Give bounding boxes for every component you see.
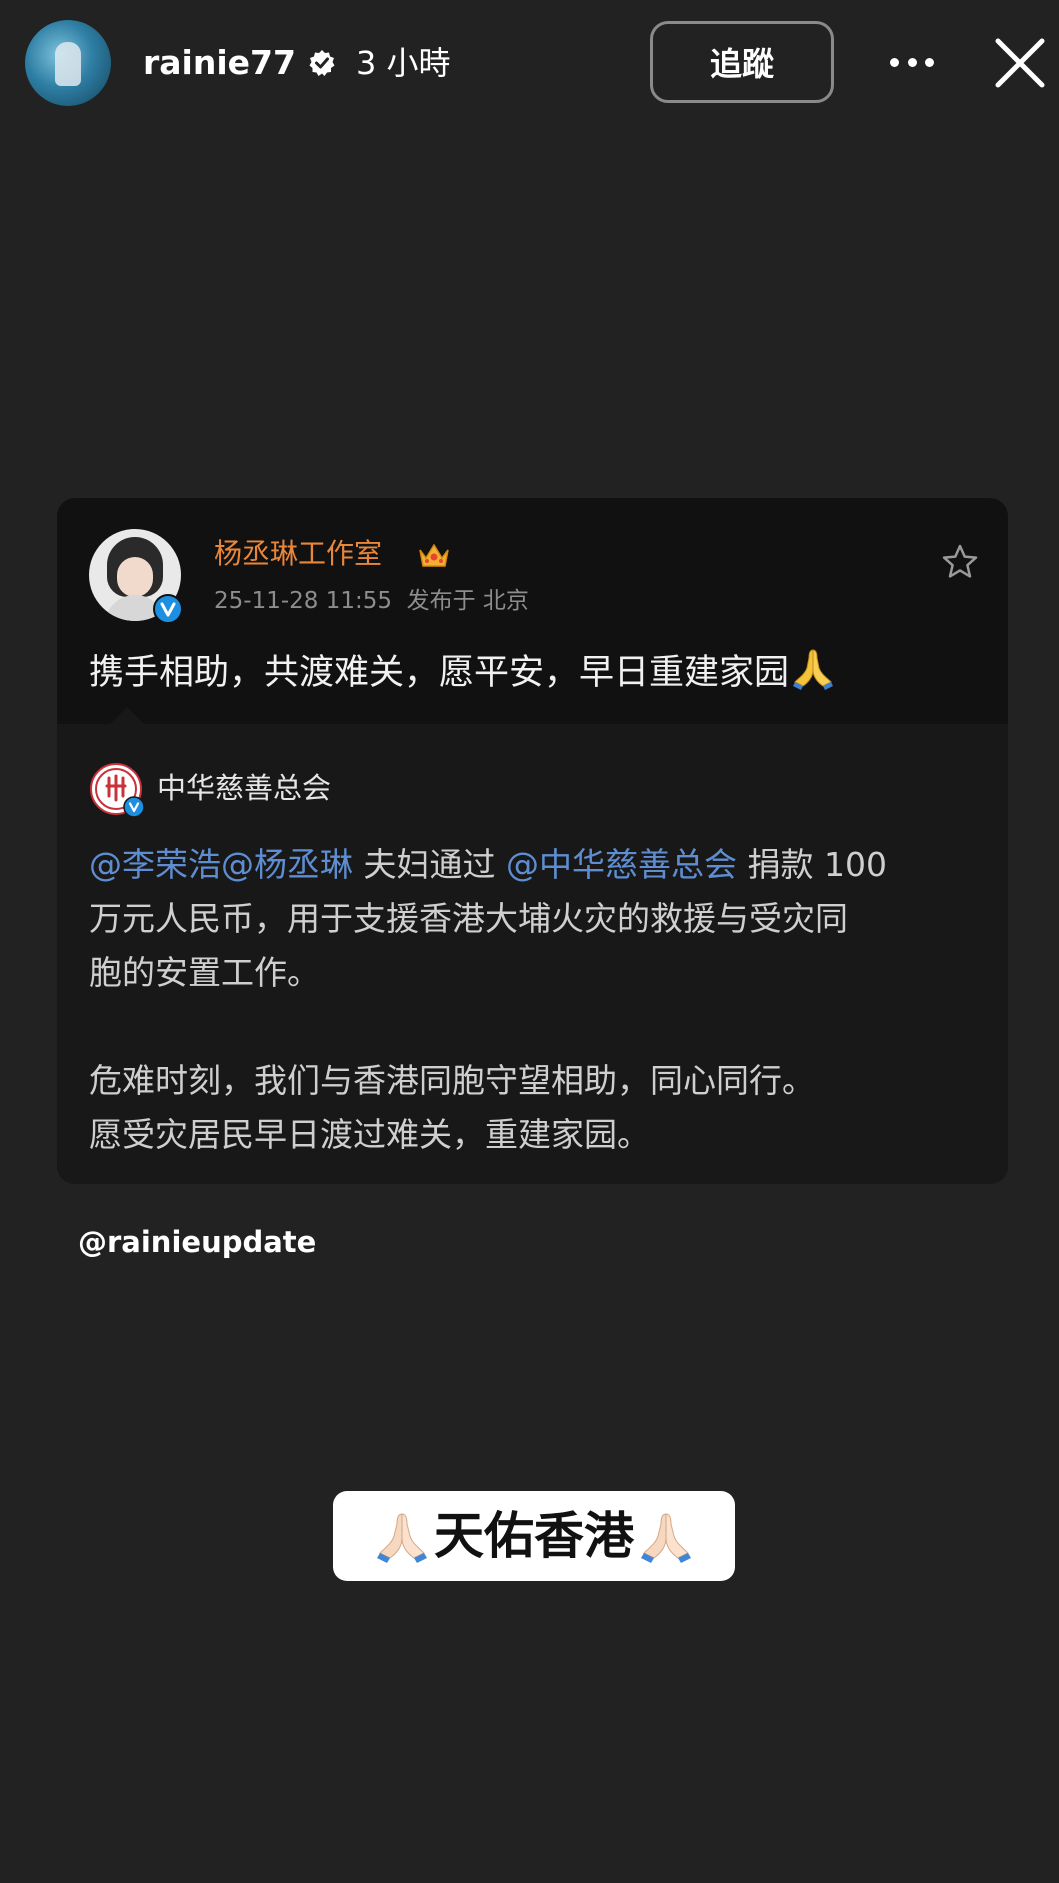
more-options-icon[interactable] [890, 50, 934, 74]
praying-hands-icon [377, 1513, 427, 1563]
verified-icon [153, 594, 183, 624]
follow-button[interactable]: 追蹤 [650, 21, 834, 103]
star-icon [942, 544, 978, 578]
post-location: 发布于 北京 [406, 588, 529, 614]
repost-text: @李荣浩@杨丞琳 夫妇通过 @中华慈善总会 捐款 100 万元人民币，用于支援香… [89, 845, 887, 1154]
sticker-text: 天佑香港 [434, 1507, 634, 1565]
username[interactable]: rainie77 [143, 38, 296, 88]
story-viewer: rainie77 3 小時 追蹤 杨丞琳工作室 25-11-28 11:55 发… [0, 0, 1059, 1883]
praying-hands-icon [641, 1513, 691, 1563]
praying-hands-icon [793, 649, 834, 690]
verified-icon [309, 50, 335, 76]
post-text: 携手相助，共渡难关，愿平安，早日重建家园 [89, 644, 837, 701]
mention-link[interactable]: @杨丞琳 [221, 845, 353, 884]
mention-link[interactable]: @李荣浩 [89, 845, 221, 884]
post-date: 25-11-28 11:55 [214, 588, 392, 614]
profile-avatar[interactable] [25, 20, 111, 106]
mention-link[interactable]: @中华慈善总会 [506, 845, 737, 884]
repost-org-name: 中华慈善总会 [157, 771, 332, 805]
post-meta: 25-11-28 11:55 发布于 北京 [214, 584, 529, 618]
weibo-post-card: 杨丞琳工作室 25-11-28 11:55 发布于 北京 携手相助，共渡难关，愿… [57, 498, 1008, 1184]
story-header: rainie77 3 小時 追蹤 [0, 0, 1059, 125]
text-sticker: 天佑香港 [333, 1491, 735, 1581]
close-icon[interactable] [992, 35, 1048, 91]
verified-icon [123, 796, 145, 818]
story-mention-tag[interactable]: @rainieupdate [78, 1222, 316, 1262]
post-time: 3 小時 [356, 44, 451, 82]
crown-icon [419, 543, 449, 567]
poster-name: 杨丞琳工作室 [214, 537, 383, 570]
